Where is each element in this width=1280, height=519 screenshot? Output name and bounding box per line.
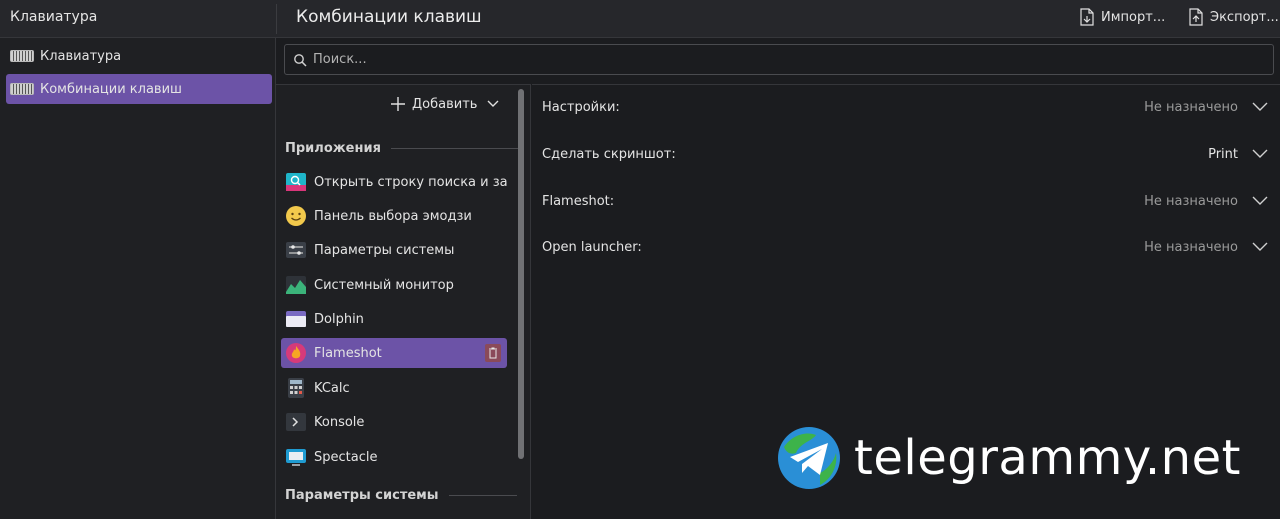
list-item-label: Spectacle: [314, 449, 378, 465]
sidebar-item-shortcuts[interactable]: Комбинации клавиш: [6, 74, 272, 104]
list-item-label: Параметры системы: [314, 242, 455, 258]
import-icon: [1080, 8, 1094, 26]
spectacle-icon: [286, 449, 306, 466]
search-icon: [294, 53, 307, 67]
keyboard-icon: [10, 83, 34, 95]
section-header-system-settings: Параметры системы: [285, 488, 517, 503]
list-item-flameshot[interactable]: Flameshot: [281, 338, 507, 368]
emoji-icon: [286, 206, 306, 226]
list-item-label: Flameshot: [314, 345, 382, 361]
shortcut-label: Настройки:: [542, 99, 620, 115]
plus-icon: [391, 97, 405, 111]
list-item-label: Dolphin: [314, 311, 364, 327]
shortcut-row-open-launcher[interactable]: Open launcher: Не назначено: [542, 235, 1272, 259]
list-scrollbar[interactable]: [518, 89, 524, 459]
system-settings-icon: [286, 242, 306, 258]
shortcut-label: Open launcher:: [542, 239, 642, 255]
components-list: Добавить Приложения Открыть строку поиск…: [276, 84, 531, 519]
list-item-kcalc[interactable]: KCalc: [281, 373, 507, 403]
section-divider: [448, 495, 517, 496]
list-item-label: Открыть строку поиска и за...: [314, 174, 507, 190]
system-monitor-icon: [286, 276, 306, 294]
list-item-system-monitor[interactable]: Системный монитор: [281, 270, 507, 300]
chevron-down-icon[interactable]: [1252, 193, 1268, 209]
sidebar-item-label: Клавиатура: [40, 48, 122, 64]
shortcut-value: Не назначено: [1144, 239, 1238, 255]
sidebar-item-label: Комбинации клавиш: [40, 81, 182, 97]
shortcut-value: Не назначено: [1144, 193, 1238, 209]
watermark: telegrammy.net: [776, 425, 1241, 491]
chevron-down-icon: [487, 100, 499, 107]
import-label: Импорт...: [1101, 9, 1166, 25]
shortcut-value: Print: [1208, 146, 1238, 162]
delete-button[interactable]: [485, 344, 501, 362]
krunner-icon: [286, 173, 306, 191]
shortcut-row-screenshot[interactable]: Сделать скриншот: Print: [542, 142, 1272, 166]
page-title: Комбинации клавиш: [296, 7, 482, 27]
search-input[interactable]: [313, 52, 1273, 67]
sidebar-title: Клавиатура: [10, 9, 98, 25]
import-button[interactable]: Импорт...: [1079, 8, 1165, 26]
kcalc-icon: [288, 378, 304, 398]
list-item-dolphin[interactable]: Dolphin: [281, 304, 507, 334]
list-item-label: Панель выбора эмодзи: [314, 208, 472, 224]
shortcut-value: Не назначено: [1144, 99, 1238, 115]
list-item-label: Системный монитор: [314, 277, 454, 293]
list-item-label: KCalc: [314, 380, 350, 396]
chevron-down-icon[interactable]: [1252, 239, 1268, 255]
telegram-globe-icon: [778, 427, 840, 489]
shortcut-label: Сделать скриншот:: [542, 146, 676, 162]
export-icon: [1189, 8, 1203, 26]
list-item-krunner[interactable]: Открыть строку поиска и за...: [281, 167, 507, 197]
konsole-icon: [286, 413, 306, 431]
section-divider: [390, 148, 519, 149]
export-label: Экспорт...: [1210, 9, 1279, 25]
section-title: Приложения: [285, 141, 381, 156]
chevron-down-icon[interactable]: [1252, 99, 1268, 115]
top-bar: Клавиатура Комбинации клавиш Импорт... Э…: [0, 0, 1280, 38]
chevron-down-icon[interactable]: [1252, 146, 1268, 162]
list-item-spectacle[interactable]: Spectacle: [281, 442, 507, 472]
list-item-label: Konsole: [314, 414, 365, 430]
section-title: Параметры системы: [285, 488, 439, 503]
keyboard-icon: [10, 50, 34, 62]
add-label: Добавить: [412, 96, 478, 112]
header-divider: [276, 4, 277, 34]
shortcut-row-settings[interactable]: Настройки: Не назначено: [542, 95, 1272, 119]
shortcut-label: Flameshot:: [542, 193, 615, 209]
shortcut-row-flameshot[interactable]: Flameshot: Не назначено: [542, 189, 1272, 213]
flameshot-icon: [286, 343, 306, 363]
sidebar: Клавиатура Комбинации клавиш: [0, 38, 276, 519]
search-box[interactable]: [284, 44, 1274, 75]
dolphin-icon: [286, 311, 306, 327]
list-item-system-settings[interactable]: Параметры системы: [281, 235, 507, 265]
export-button[interactable]: Экспорт...: [1188, 8, 1279, 26]
watermark-text: telegrammy.net: [854, 430, 1241, 486]
sidebar-item-keyboard[interactable]: Клавиатура: [6, 41, 272, 71]
trash-icon: [489, 347, 497, 359]
section-header-apps: Приложения: [285, 141, 519, 156]
add-button[interactable]: Добавить: [390, 96, 499, 112]
list-item-emoji[interactable]: Панель выбора эмодзи: [281, 201, 507, 231]
list-item-konsole[interactable]: Konsole: [281, 407, 507, 437]
